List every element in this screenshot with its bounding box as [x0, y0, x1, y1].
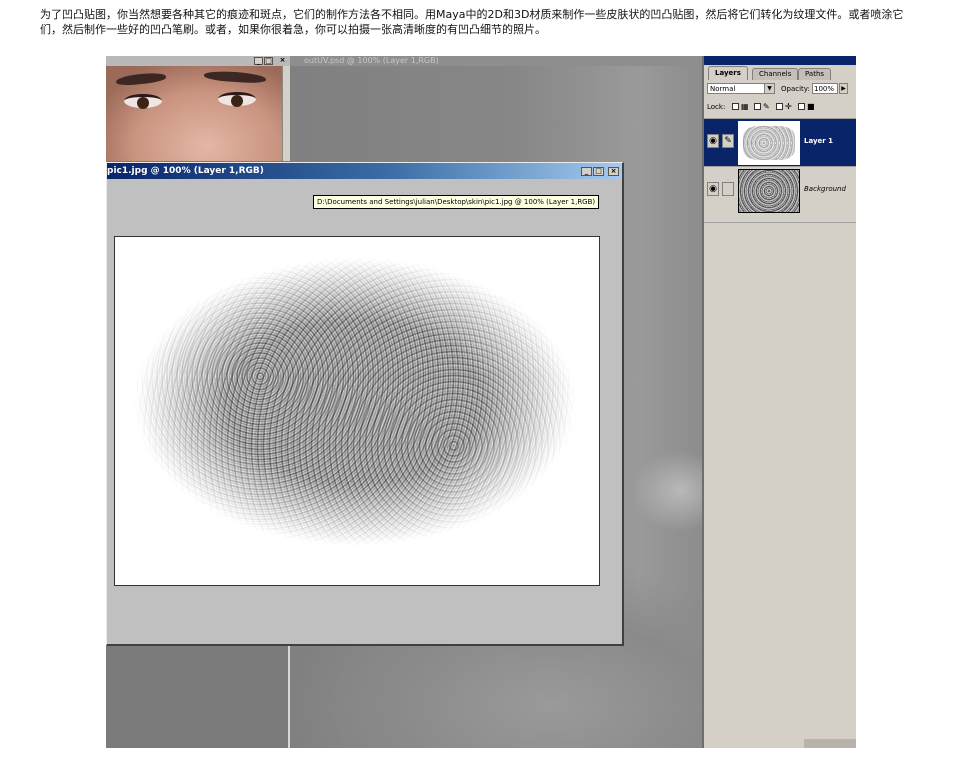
eye-right — [218, 92, 256, 107]
face-window-scrollbar[interactable] — [282, 66, 290, 161]
minimize-icon[interactable]: _ — [254, 57, 263, 65]
intro-paragraph: 为了凹凸贴图，你当然想要各种其它的痕迹和斑点，它们的制作方法各不相同。用Maya… — [40, 8, 904, 36]
eyebrow-right — [203, 69, 267, 85]
guide-line — [288, 641, 290, 748]
lock-row: Lock: ▦ ✎ ✛ ■ — [707, 101, 853, 113]
tab-layers[interactable]: Layers — [708, 66, 748, 80]
face-window-titlebar[interactable]: _ □ × — [106, 56, 290, 66]
tab-channels[interactable]: Channels — [752, 68, 799, 80]
layer-row-layer1[interactable]: ◉ ✎ Layer 1 — [704, 118, 856, 166]
pic1-window-titlebar[interactable]: pic1.jpg @ 100% (Layer 1,RGB) _ □ × — [107, 163, 622, 179]
layers-palette: Layers Channels Paths Normal ▼ Opacity: … — [704, 56, 856, 748]
lock-paint-checkbox[interactable] — [754, 103, 761, 110]
padlock-icon: ■ — [807, 102, 815, 111]
brush-icon: ✎ — [763, 102, 770, 111]
pic1-window[interactable]: pic1.jpg @ 100% (Layer 1,RGB) _ □ × D:\D… — [106, 162, 624, 646]
lock-position-checkbox[interactable] — [776, 103, 783, 110]
lock-label: Lock: — [707, 103, 726, 111]
layer-thumbnail — [738, 169, 800, 213]
lock-all-checkbox[interactable] — [798, 103, 805, 110]
layer-thumbnail — [738, 121, 800, 165]
tab-paths[interactable]: Paths — [798, 68, 832, 80]
skin-texture-canvas[interactable] — [114, 236, 600, 586]
move-icon: ✛ — [785, 102, 792, 111]
opacity-label: Opacity: — [781, 85, 810, 93]
layer-thumbnail-image — [739, 170, 799, 212]
palette-bottom-bar — [804, 739, 856, 748]
eyebrow-left — [115, 71, 167, 87]
opacity-input[interactable]: 100% — [812, 83, 838, 94]
layers-list-empty-area[interactable] — [704, 222, 856, 748]
file-path-tooltip: D:\Documents and Settings\julian\Desktop… — [313, 195, 600, 209]
maximize-icon[interactable]: □ — [593, 167, 604, 176]
brush-slot[interactable] — [722, 182, 734, 196]
eye-icon[interactable]: ◉ — [707, 134, 719, 148]
blend-mode-select[interactable]: Normal ▼ — [707, 83, 775, 94]
brush-icon[interactable]: ✎ — [722, 134, 734, 148]
layer-name[interactable]: Layer 1 — [804, 136, 833, 146]
iris-right — [231, 95, 243, 107]
chevron-down-icon[interactable]: ▼ — [764, 84, 774, 93]
face-canvas[interactable] — [106, 66, 282, 161]
layer-row-background[interactable]: ◉ Background — [704, 166, 856, 214]
outuv-window-titlebar[interactable]: outUV.psd @ 100% (Layer 1,RGB) — [290, 56, 702, 66]
palette-titlebar[interactable] — [704, 56, 856, 65]
blend-mode-value: Normal — [710, 85, 736, 93]
close-icon[interactable]: × — [278, 57, 287, 65]
eye-left — [124, 94, 162, 109]
skin-texture-image — [115, 237, 599, 585]
pic1-window-title: pic1.jpg @ 100% (Layer 1,RGB) — [107, 166, 264, 176]
iris-left — [137, 97, 149, 109]
palette-tabs: Layers Channels Paths — [706, 66, 856, 80]
eye-icon[interactable]: ◉ — [707, 182, 719, 196]
maximize-icon[interactable]: □ — [264, 57, 273, 65]
triangle-right-icon[interactable]: ▶ — [839, 83, 848, 94]
minimize-icon[interactable]: _ — [581, 167, 592, 176]
photoshop-screenshot: outUV.psd @ 100% (Layer 1,RGB) _ □ × pic… — [106, 56, 856, 748]
lock-transparency-checkbox[interactable] — [732, 103, 739, 110]
close-icon[interactable]: × — [608, 167, 619, 176]
layer-thumbnail-image — [743, 126, 795, 160]
checkerboard-icon: ▦ — [741, 102, 749, 111]
layer-name[interactable]: Background — [804, 184, 846, 194]
outuv-window-title: outUV.psd @ 100% (Layer 1,RGB) — [304, 56, 439, 65]
